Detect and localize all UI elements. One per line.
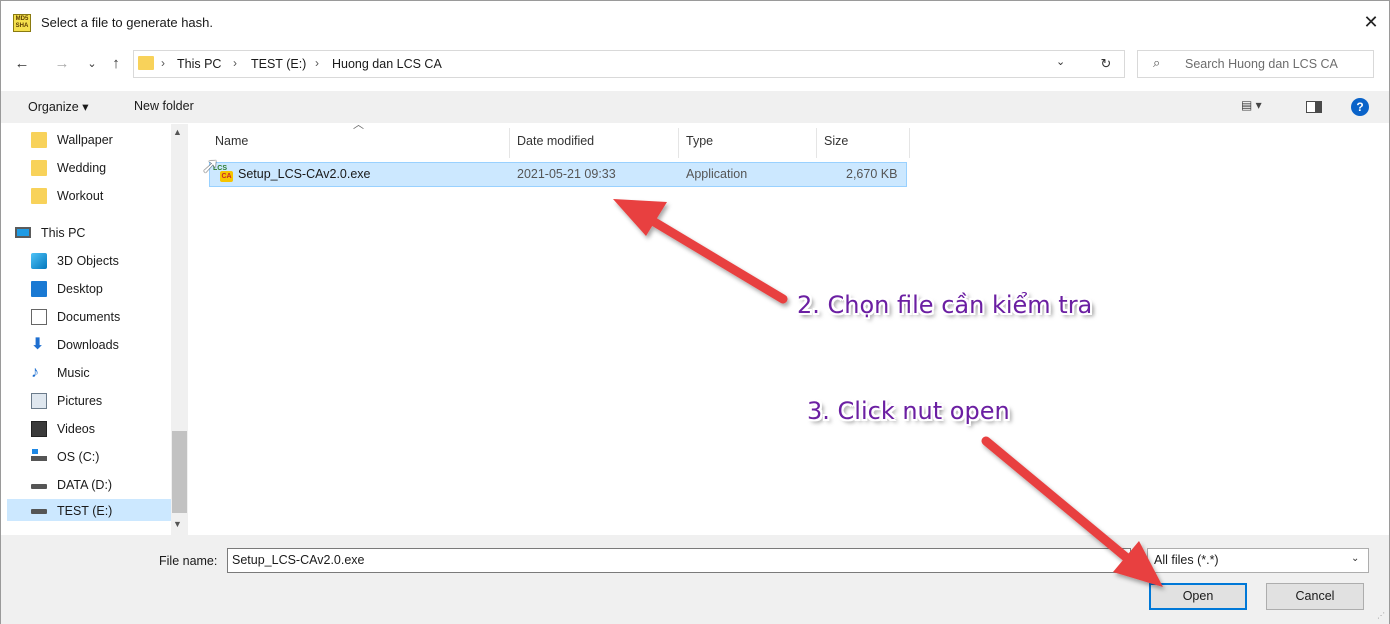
sidebar-item-data-d[interactable]: DATA (D:) xyxy=(27,474,177,496)
folder-icon xyxy=(31,160,47,176)
up-button[interactable]: ↑ xyxy=(105,53,127,75)
sidebar-item-workout[interactable]: Workout xyxy=(27,185,177,207)
view-options-icon[interactable]: ▤ ▾ xyxy=(1241,98,1262,112)
documents-icon xyxy=(31,309,47,325)
sidebar-item-pictures[interactable]: Pictures xyxy=(27,390,177,412)
sidebar-item-label: Wallpaper xyxy=(57,133,113,147)
sidebar-item-downloads[interactable]: ⬇ Downloads xyxy=(27,334,177,356)
sidebar-item-music[interactable]: ♪ Music xyxy=(27,362,177,384)
column-divider[interactable] xyxy=(509,128,510,158)
app-icon: MD5 SHA xyxy=(13,14,31,32)
annotation-step-3: 3. Click nut open xyxy=(807,397,1010,425)
new-folder-button[interactable]: New folder xyxy=(134,99,194,113)
sidebar-item-label: Videos xyxy=(57,422,95,436)
music-icon: ♪ xyxy=(31,364,39,381)
file-name-input[interactable]: Setup_LCS-CAv2.0.exe xyxy=(227,548,1131,573)
sidebar-item-label: Workout xyxy=(57,189,104,203)
window-title: Select a file to generate hash. xyxy=(41,15,214,30)
breadcrumb-this-pc[interactable]: This PC xyxy=(177,57,221,71)
sidebar-item-label: 3D Objects xyxy=(57,254,119,268)
sidebar-item-label: Downloads xyxy=(57,338,119,352)
sidebar-item-desktop[interactable]: Desktop xyxy=(27,278,177,300)
refresh-button[interactable]: ↻ xyxy=(1091,50,1121,78)
sort-ascending-icon: ︿ xyxy=(353,119,364,131)
folder-icon xyxy=(138,56,154,70)
sidebar-item-3d-objects[interactable]: 3D Objects xyxy=(27,250,177,272)
chevron-down-icon[interactable]: ⌄ xyxy=(1351,553,1359,564)
column-header-name[interactable]: Name xyxy=(215,134,248,148)
sidebar-item-label: Desktop xyxy=(57,282,103,296)
forward-button[interactable]: → xyxy=(51,53,73,75)
file-size: 2,670 KB xyxy=(846,167,898,181)
scroll-up-icon[interactable]: ▲ xyxy=(173,127,182,137)
file-open-dialog: MD5 SHA Select a file to generate hash. … xyxy=(0,0,1390,624)
column-divider[interactable] xyxy=(909,128,910,158)
arrow-to-file-head xyxy=(613,199,667,236)
column-header-type[interactable]: Type xyxy=(686,134,713,148)
videos-icon xyxy=(31,421,47,437)
breadcrumb-separator: › xyxy=(233,56,237,70)
file-name: Setup_LCS-CAv2.0.exe xyxy=(238,167,371,181)
folder-icon xyxy=(31,132,47,148)
sidebar-item-label: Pictures xyxy=(57,394,103,408)
search-placeholder: Search Huong dan LCS CA xyxy=(1185,57,1338,71)
os-drive-icon xyxy=(31,449,47,461)
drive-icon xyxy=(31,484,47,489)
drive-icon xyxy=(31,509,47,514)
file-type: Application xyxy=(686,167,748,181)
application-icon-badge: CA xyxy=(220,171,233,182)
sidebar-item-videos[interactable]: Videos xyxy=(27,418,177,440)
sidebar-item-os-c[interactable]: OS (C:) xyxy=(27,446,177,468)
sidebar-item-label: This PC xyxy=(41,226,86,240)
column-header-size[interactable]: Size xyxy=(824,134,848,148)
column-divider[interactable] xyxy=(816,128,817,158)
sidebar-item-label: Wedding xyxy=(57,161,107,175)
back-button[interactable]: ← xyxy=(11,53,33,75)
breadcrumb-separator: › xyxy=(161,56,165,70)
resize-grip-icon[interactable]: ⋰ xyxy=(1377,611,1385,620)
pc-icon xyxy=(15,227,31,238)
close-button[interactable]: ✕ xyxy=(1353,7,1389,37)
sidebar-item-label: Music xyxy=(57,366,90,380)
sidebar-item-wallpaper[interactable]: Wallpaper xyxy=(27,129,177,151)
breadcrumb-separator: › xyxy=(315,56,319,70)
breadcrumb-current-folder[interactable]: Huong dan LCS CA xyxy=(332,57,442,71)
preview-pane-icon[interactable] xyxy=(1306,101,1322,113)
breadcrumb-test-drive[interactable]: TEST (E:) xyxy=(251,57,306,71)
sidebar-item-label: DATA (D:) xyxy=(57,478,113,492)
scroll-down-icon[interactable]: ▼ xyxy=(173,519,182,529)
chevron-down-icon[interactable]: ⌄ xyxy=(1056,55,1065,68)
sidebar-item-this-pc[interactable]: This PC xyxy=(11,222,161,244)
folder-icon xyxy=(31,188,47,204)
organize-button[interactable]: Organize ▾ xyxy=(28,99,88,114)
help-icon[interactable]: ? xyxy=(1351,98,1369,116)
open-button[interactable]: Open xyxy=(1149,583,1247,610)
sidebar-item-label: Documents xyxy=(57,310,121,324)
file-type-filter[interactable]: All files (*.*) xyxy=(1147,548,1369,573)
file-name-label: File name: xyxy=(159,554,218,568)
downloads-icon: ⬇ xyxy=(31,336,45,353)
column-header-date[interactable]: Date modified xyxy=(517,134,594,148)
command-bar xyxy=(1,91,1389,123)
sidebar-item-label: TEST (E:) xyxy=(57,504,113,518)
search-icon: ⌕ xyxy=(1153,55,1161,70)
column-divider[interactable] xyxy=(678,128,679,158)
sidebar-item-label: OS (C:) xyxy=(57,450,100,464)
sidebar-item-wedding[interactable]: Wedding xyxy=(27,157,177,179)
desktop-icon xyxy=(31,281,47,297)
recent-locations-button[interactable]: ⌄ xyxy=(81,53,103,75)
file-date: 2021-05-21 09:33 xyxy=(517,167,616,181)
sidebar-item-test-e[interactable]: TEST (E:) xyxy=(7,499,171,521)
3d-objects-icon xyxy=(31,253,47,269)
arrow-to-file-shaft xyxy=(636,209,788,304)
mouse-cursor-icon: ➚ xyxy=(201,153,220,178)
sidebar-scrollbar-thumb[interactable] xyxy=(172,431,187,513)
sidebar-item-documents[interactable]: Documents xyxy=(27,306,177,328)
pictures-icon xyxy=(31,393,47,409)
cancel-button[interactable]: Cancel xyxy=(1266,583,1364,610)
annotation-step-2: 2. Chọn file cần kiểm tra xyxy=(797,291,1093,319)
